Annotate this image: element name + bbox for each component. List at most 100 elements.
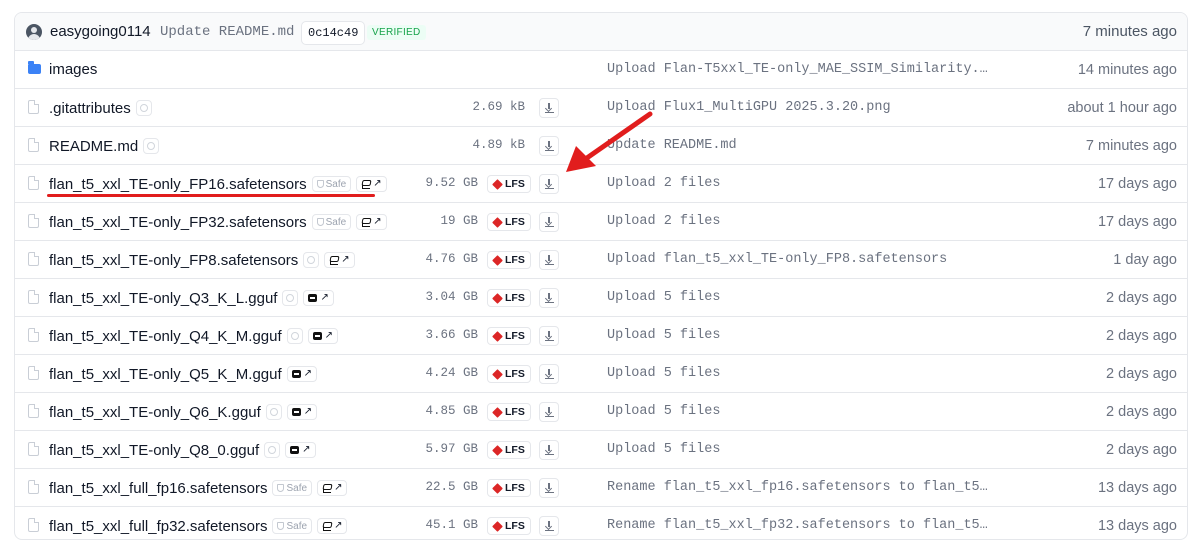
lfs-cube-icon [492, 216, 503, 228]
lfs-badge: LFS [487, 327, 531, 345]
security-scan-icon[interactable] [282, 290, 299, 306]
download-icon[interactable] [539, 212, 559, 232]
commit-message[interactable]: Upload 5 files [607, 442, 720, 457]
download-icon[interactable] [539, 516, 559, 536]
shield-icon [316, 218, 324, 226]
lfs-badge: LFS [487, 441, 531, 459]
safetensors-viewer-link[interactable]: ↗ [356, 176, 387, 192]
security-scan-icon[interactable] [303, 252, 320, 268]
commit-message[interactable]: Upload 5 files [607, 404, 720, 419]
download-icon[interactable] [539, 364, 559, 384]
gguf-viewer-link[interactable]: ↗ [286, 404, 318, 420]
security-scan-icon[interactable] [135, 100, 152, 116]
safetensors-viewer-link[interactable]: ↗ [317, 480, 348, 496]
file-row-q4km[interactable]: flan_t5_xxl_TE-only_Q4_K_M.gguf ↗ 3.66 G… [15, 317, 1187, 355]
commit-message[interactable]: Upload 5 files [607, 290, 720, 305]
latest-commit-bar: easygoing0114 Update README.md 0c14c49 V… [15, 13, 1187, 51]
lfs-label: LFS [505, 254, 525, 266]
file-name[interactable]: flan_t5_xxl_TE-only_FP32.safetensors [49, 214, 307, 231]
file-name[interactable]: flan_t5_xxl_TE-only_Q8_0.gguf [49, 442, 259, 459]
download-icon[interactable] [539, 326, 559, 346]
stack-icon [329, 256, 339, 265]
file-name[interactable]: flan_t5_xxl_TE-only_Q4_K_M.gguf [49, 328, 282, 345]
safe-badge[interactable]: Safe [272, 518, 313, 534]
file-row-q80[interactable]: flan_t5_xxl_TE-only_Q8_0.gguf ↗ 5.97 GB … [15, 431, 1187, 469]
safetensors-viewer-link[interactable]: ↗ [324, 252, 355, 268]
download-icon[interactable] [539, 174, 559, 194]
file-row-q5km[interactable]: flan_t5_xxl_TE-only_Q5_K_M.gguf ↗ 4.24 G… [15, 355, 1187, 393]
lfs-label: LFS [505, 482, 525, 494]
commit-author[interactable]: easygoing0114 [50, 23, 151, 40]
commit-message[interactable]: Upload 5 files [607, 328, 720, 343]
file-name[interactable]: README.md [49, 138, 138, 155]
gguf-viewer-link[interactable]: ↗ [285, 442, 316, 458]
commit-hash[interactable]: 0c14c49 [301, 21, 366, 45]
safe-label: Safe [286, 520, 308, 532]
stack-icon [361, 218, 371, 227]
commit-message[interactable]: Upload 2 files [607, 176, 720, 191]
lfs-badge: LFS [487, 289, 531, 307]
download-icon[interactable] [539, 136, 559, 156]
download-icon[interactable] [539, 98, 559, 118]
lfs-cube-icon [492, 254, 503, 266]
commit-message[interactable]: Rename flan_t5_xxl_fp32.safetensors to f… [607, 518, 987, 533]
commit-message[interactable]: Rename flan_t5_xxl_fp16.safetensors to f… [607, 480, 987, 495]
commit-message[interactable]: Upload flan_t5_xxl_TE-only_FP8.safetenso… [607, 252, 947, 267]
gguf-viewer-link[interactable]: ↗ [307, 328, 339, 344]
safe-badge[interactable]: Safe [311, 176, 352, 192]
file-name[interactable]: flan_t5_xxl_TE-only_Q3_K_L.gguf [49, 290, 277, 307]
safe-label: Safe [325, 216, 347, 228]
gguf-viewer-link[interactable]: ↗ [286, 366, 318, 382]
file-row-fp32[interactable]: flan_t5_xxl_TE-only_FP32.safetensors Saf… [15, 203, 1187, 241]
file-name[interactable]: images [49, 61, 97, 78]
commit-time: 2 days ago [1106, 290, 1177, 306]
gguf-icon [291, 408, 301, 416]
file-name[interactable]: flan_t5_xxl_TE-only_Q6_K.gguf [49, 404, 261, 421]
safetensors-viewer-link[interactable]: ↗ [356, 214, 387, 230]
lfs-label: LFS [505, 368, 525, 380]
security-scan-icon[interactable] [286, 328, 303, 344]
file-size: 4.24 GB [425, 366, 478, 380]
file-name[interactable]: flan_t5_xxl_full_fp32.safetensors [49, 518, 267, 535]
security-scan-icon[interactable] [265, 404, 282, 420]
lfs-label: LFS [505, 406, 525, 418]
download-icon[interactable] [539, 440, 559, 460]
download-icon[interactable] [539, 402, 559, 422]
external-link-icon: ↗ [341, 254, 350, 265]
security-scan-icon[interactable] [264, 442, 281, 458]
gguf-viewer-link[interactable]: ↗ [303, 290, 334, 306]
gguf-icon [290, 446, 300, 454]
lfs-cube-icon [492, 178, 503, 190]
file-name[interactable]: .gitattributes [49, 100, 131, 117]
lfs-badge: LFS [487, 479, 531, 497]
file-name[interactable]: flan_t5_xxl_TE-only_FP16.safetensors [49, 176, 307, 193]
safe-badge[interactable]: Safe [311, 214, 352, 230]
commit-time: 1 day ago [1113, 252, 1177, 268]
safetensors-viewer-link[interactable]: ↗ [317, 518, 348, 534]
security-scan-icon[interactable] [143, 138, 160, 154]
download-icon[interactable] [539, 478, 559, 498]
download-icon[interactable] [539, 288, 559, 308]
file-row-full-fp16[interactable]: flan_t5_xxl_full_fp16.safetensors Safe ↗… [15, 469, 1187, 507]
file-name[interactable]: flan_t5_xxl_full_fp16.safetensors [49, 480, 267, 497]
commit-message[interactable]: Upload Flan-T5xxl_TE-only_MAE_SSIM_Simil… [607, 62, 987, 77]
download-icon[interactable] [539, 250, 559, 270]
commit-time: 17 days ago [1097, 214, 1177, 230]
commit-message[interactable]: Update README.md [160, 24, 294, 40]
avatar[interactable] [26, 24, 42, 40]
lfs-label: LFS [505, 178, 525, 190]
file-row-full-fp32[interactable]: flan_t5_xxl_full_fp32.safetensors Safe ↗… [15, 507, 1187, 539]
commit-message[interactable]: Upload 2 files [607, 214, 720, 229]
commit-message[interactable]: Upload 5 files [607, 366, 720, 381]
file-row-q6k[interactable]: flan_t5_xxl_TE-only_Q6_K.gguf ↗ 4.85 GB … [15, 393, 1187, 431]
file-row-images[interactable]: images Upload Flan-T5xxl_TE-only_MAE_SSI… [15, 51, 1187, 89]
safe-badge[interactable]: Safe [272, 480, 313, 496]
file-row-fp8[interactable]: flan_t5_xxl_TE-only_FP8.safetensors ↗ 4.… [15, 241, 1187, 279]
file-name[interactable]: flan_t5_xxl_TE-only_FP8.safetensors [49, 252, 298, 269]
file-size: 3.04 GB [425, 290, 478, 304]
file-name[interactable]: flan_t5_xxl_TE-only_Q5_K_M.gguf [49, 366, 282, 383]
file-icon [28, 442, 39, 456]
lfs-badge: LFS [487, 251, 531, 269]
folder-icon [28, 61, 41, 74]
file-row-q3kl[interactable]: flan_t5_xxl_TE-only_Q3_K_L.gguf ↗ 3.04 G… [15, 279, 1187, 317]
